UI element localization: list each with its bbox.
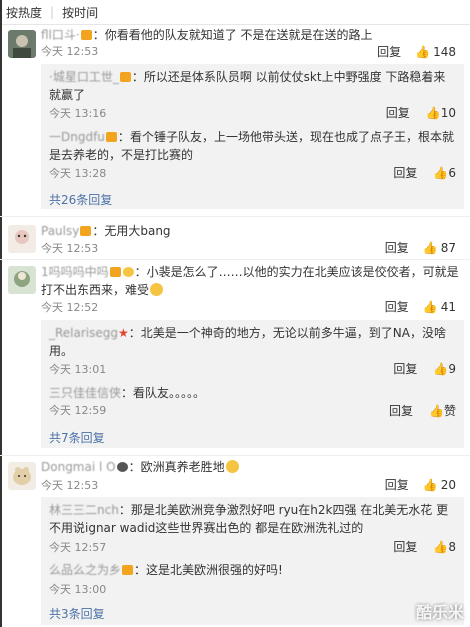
reply-text: 一Dngdfu ：看个锤子队友，上一场他带头送，现在也成了点子王，根本就是去养老的… [49,130,454,162]
divider [0,455,470,456]
comment-time: 今天 12:53 [41,479,99,492]
reply-actions: 回复 👍 8 [393,538,456,555]
vip-badge-icon [122,565,134,575]
username[interactable]: fll口斗· [41,28,80,42]
reply-box: 林三三二nch：那是北美欧洲竞争激烈好吧 ryu在h2k四强 在北美无水花 更不… [41,497,464,625]
comment-time: 今天 12:52 [41,301,99,314]
reply-text: _Relarisegg★：北美是一个神奇的地方，无论以前多牛逼，到了NA，没啥用… [49,326,446,358]
more-replies-link[interactable]: 共7条回复 [49,429,105,446]
comment-actions: 回复 👍 41 [385,298,456,315]
reply-time: 今天 13:28 [49,167,107,180]
like-count: 87 [440,240,456,255]
reply-button[interactable]: 回复 [377,43,401,60]
sort-separator: | [50,5,55,19]
reply-actions: 回复 👍 赞 [389,402,456,419]
reply-button[interactable]: 回复 [389,402,413,419]
vip-badge-icon [80,30,92,40]
reply-time: 今天 13:00 [49,583,107,596]
comment-text: fll口斗· ：你看看他的队友就知道了 不是在送就是在送的路上 [41,28,373,42]
reply-text: 林三三二nch：那是北美欧洲竞争激烈好吧 ryu在h2k四强 在北美无水花 更不… [49,503,449,535]
vip-badge-icon [105,132,117,142]
sort-time-tab[interactable]: 按时间 [62,4,98,21]
reply-box: ·城星口工世_ ：所以还是体系队员啊 以前仗仗skt上中野强度 下路稳着来就赢了 … [41,64,464,209]
divider [0,216,470,217]
reply-actions: 回复 👍 6 [393,164,456,181]
like-count: 9 [448,361,456,376]
username[interactable]: 林三三二nch [49,503,119,517]
comment-time: 今天 12:53 [41,242,99,255]
reply-actions: 回复 👍 9 [393,360,456,377]
like-count: 148 [433,44,456,59]
like-label: 赞 [443,404,456,418]
reply-time: 今天 12:57 [49,541,107,554]
like-count: 41 [440,299,456,314]
avatar[interactable] [8,462,36,490]
username[interactable]: 一Dngdfu [49,130,105,144]
like-count: 6 [448,165,456,180]
left-edge [0,0,2,627]
star-badge-icon: ★ [118,326,129,340]
reply-button[interactable]: 回复 [393,164,417,181]
reply-button[interactable]: 回复 [385,298,409,315]
thumbs-up-icon[interactable]: 👍 [423,241,438,255]
reply-text: 么品么之为乡 ：这是北美欧洲很强的好吗! [49,563,283,577]
comment-text: Dongmai l O ：欧洲真养老胜地 [41,458,464,476]
reply-time: 今天 13:01 [49,363,107,376]
thumbs-up-icon[interactable]: 👍 [426,106,441,120]
thumbs-up-icon[interactable]: 👍 [433,540,448,554]
comment-actions: 回复 👍 20 [385,476,456,493]
avatar[interactable] [8,225,36,253]
divider [0,259,470,260]
like-count: 8 [448,539,456,554]
username[interactable]: 1吗吗吗中吗 [41,265,109,279]
username[interactable]: 么品么之为乡 [49,563,121,577]
reply-button[interactable]: 回复 [385,239,409,256]
vip-badge-icon [119,72,131,82]
thumbs-up-icon[interactable]: 👍 [423,478,438,492]
username[interactable]: Paulsy [41,224,79,238]
comment-text: Paulsy ：无用大bang [41,224,171,238]
username[interactable]: 三只佳佳信侠 [49,386,121,400]
reply-button[interactable]: 回复 [385,476,409,493]
comment-time: 今天 12:53 [41,45,99,58]
thumbs-up-icon[interactable]: 👍 [429,404,444,418]
username[interactable]: _Relarisegg [49,326,118,340]
more-replies-link[interactable]: 共26条回复 [49,191,112,208]
reply-text: 三只佳佳信侠：看队友。。。。。 [49,386,206,400]
reply-text: ·城星口工世_ ：所以还是体系队员啊 以前仗仗skt上中野强度 下路稳着来就赢了 [49,70,446,102]
reply-button[interactable]: 回复 [393,538,417,555]
username[interactable]: ·城星口工世_ [49,70,119,84]
medal-icon [122,267,134,277]
sort-hot-tab[interactable]: 按热度 [6,4,42,21]
reply-actions: 回复 👍 10 [386,104,456,121]
like-count: 10 [440,105,456,120]
watermark: 酷乐米 [415,603,464,622]
thumbs-up-icon[interactable]: 👍 [433,166,448,180]
comment-actions: 回复 👍 87 [385,239,456,256]
comment-text: 1吗吗吗中吗 ：小裴是怎么了……以他的实力在北美应该是佼佼者，可就是打不出东西来，… [41,265,459,297]
thumbs-up-icon[interactable]: 👍 [433,362,448,376]
thumbs-up-icon[interactable]: 👍 [415,45,430,59]
avatar[interactable] [8,266,36,294]
emoji-icon [225,460,239,473]
vip-badge-icon [80,226,92,236]
avatar[interactable] [8,30,36,58]
sort-bar: 按热度 | 按时间 [0,0,470,25]
panda-icon [116,462,128,472]
reply-time: 今天 12:59 [49,404,107,417]
reply-box: _Relarisegg★：北美是一个神奇的地方，无论以前多牛逼，到了NA，没啥用… [41,320,464,448]
vip-badge-icon [109,267,121,277]
comment-actions: 回复 👍 148 [377,43,456,60]
thumbs-up-icon[interactable]: 👍 [423,300,438,314]
more-replies-link[interactable]: 共3条回复 [49,605,105,622]
username[interactable]: Dongmai l O [41,460,116,474]
emoji-icon [150,283,164,296]
like-count: 20 [440,477,456,492]
reply-time: 今天 13:16 [49,107,107,120]
reply-button[interactable]: 回复 [386,104,410,121]
reply-button[interactable]: 回复 [393,360,417,377]
